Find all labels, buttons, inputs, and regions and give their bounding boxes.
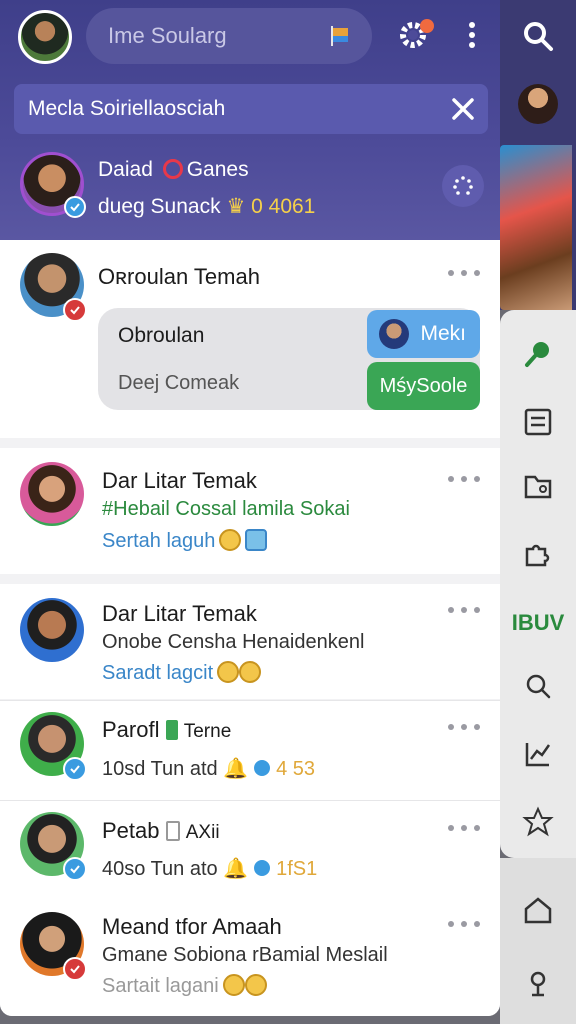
chat-title: Dar Litar Temak: [102, 468, 257, 493]
verified-icon: [63, 298, 87, 322]
search-icon[interactable]: [520, 668, 556, 704]
close-icon[interactable]: [448, 94, 478, 124]
chat-title: Dar Litar Temak: [102, 601, 257, 626]
emoji-icon: [244, 974, 267, 996]
star-icon[interactable]: [520, 804, 556, 840]
chat-count: 4 53: [276, 758, 316, 780]
bubble-name: Obroulan: [118, 324, 205, 347]
emoji-icon: [239, 661, 262, 683]
chip-label: MśySoole: [379, 374, 468, 397]
more-options-icon[interactable]: [448, 823, 480, 833]
chat-status-text: Saradt lagcit: [102, 662, 214, 684]
avatar: [379, 319, 409, 349]
flag-icon: [331, 26, 348, 46]
notification-dot: [420, 19, 434, 33]
chat-title: Oʀroulan Temah: [98, 264, 260, 289]
background-photo: [500, 145, 572, 310]
verified-icon: [252, 758, 273, 778]
chart-icon[interactable]: [520, 736, 556, 772]
avatar[interactable]: [20, 598, 84, 662]
chat-title: Meand tfor Amaah: [102, 914, 282, 939]
verified-icon: [63, 757, 87, 781]
pinned-amount: 0 4061: [251, 195, 316, 218]
sidebar-text-label: IBUV: [511, 610, 565, 635]
loading-icon[interactable]: [442, 165, 484, 207]
pinned-chat-subtitle: dueg Sunack ♛ 0 4061: [98, 194, 315, 219]
chat-status: Sertah laguh: [102, 529, 268, 553]
chat-title-part: AXii: [185, 822, 220, 843]
crown-icon: ♛: [226, 195, 246, 218]
notice-banner[interactable]: Mecla Soiriellaosciah: [14, 84, 488, 134]
verified-icon: [252, 858, 273, 878]
emoji-icon: [245, 529, 268, 551]
search-input[interactable]: Ime Soularg: [86, 8, 372, 64]
pin-icon[interactable]: [520, 336, 556, 372]
chat-title-part: Parofl: [102, 717, 160, 742]
chat-preview: 10sd Tun atd 🔔 4 53: [102, 756, 315, 781]
verified-icon: [63, 957, 87, 981]
pinned-sub-text: dueg Sunack: [98, 195, 221, 218]
more-options-icon[interactable]: [448, 722, 480, 732]
emoji-icon: [217, 661, 240, 683]
chat-preview-text: 40so Tun ato: [102, 858, 218, 880]
chat-preview: Onobe Censha Henaidenkenl: [102, 631, 365, 653]
action-chip[interactable]: MśySoole: [367, 362, 480, 410]
pinned-name-part: Ganes: [186, 158, 249, 181]
header: Ime Soularg Mecla Soiriellaosciah Daiad …: [0, 0, 500, 240]
list-icon[interactable]: [520, 404, 556, 440]
bell-icon: 🔔: [223, 858, 249, 880]
chat-status-text: Sartait lagani: [102, 975, 219, 997]
chat-preview: 40so Tun ato 🔔 1fS1: [102, 856, 317, 881]
chat-title-part: Terne: [183, 721, 232, 742]
chat-status-text: Sertah laguh: [102, 530, 216, 552]
pinned-chat-name[interactable]: Daiad Ganes: [98, 158, 249, 182]
search-placeholder: Ime Soularg: [108, 23, 227, 48]
profile-icon[interactable]: [520, 966, 556, 1002]
puzzle-icon[interactable]: [520, 536, 556, 572]
chat-preview: Gmane Sobiona rBamial Meslail: [102, 944, 388, 966]
chip-label: Mekı: [420, 322, 466, 345]
chat-preview-text: 10sd Tun atd: [102, 758, 218, 780]
more-options-icon[interactable]: [448, 474, 480, 484]
record-icon: [162, 159, 183, 179]
avatar[interactable]: [20, 462, 84, 526]
chat-status: Saradt lagcit: [102, 661, 262, 685]
chat-preview: #Hebail Cossal lamila Sokai: [102, 498, 350, 520]
pinned-name-part: Daiad: [98, 158, 153, 181]
chat-status: Sartait lagani: [102, 974, 267, 998]
emoji-icon: [219, 529, 242, 551]
bell-icon: 🔔: [223, 758, 249, 780]
side-toolbar: [500, 310, 576, 858]
verified-icon: [63, 857, 87, 881]
bubble-subtitle: Deej Comeak: [118, 372, 240, 394]
more-options-icon[interactable]: [448, 605, 480, 615]
chat-list-sheet: Ime Soularg Mecla Soiriellaosciah Daiad …: [0, 0, 500, 1016]
home-icon[interactable]: [520, 892, 556, 928]
folder-icon[interactable]: [520, 468, 556, 504]
avatar[interactable]: [18, 10, 72, 64]
verified-icon: [64, 196, 86, 218]
search-icon[interactable]: [520, 18, 556, 54]
more-options-icon[interactable]: [460, 18, 484, 52]
bookmark-icon: [165, 720, 178, 740]
more-options-icon[interactable]: [448, 268, 480, 278]
notice-text: Mecla Soiriellaosciah: [28, 97, 226, 120]
chat-title: Parofl Terne: [102, 717, 231, 743]
more-options-icon[interactable]: [448, 919, 480, 929]
reply-chip[interactable]: Mekı: [367, 310, 480, 358]
chat-count: 1fS1: [276, 858, 318, 880]
avatar[interactable]: [518, 84, 558, 124]
document-icon: [165, 821, 180, 841]
emoji-icon: [222, 974, 245, 996]
chat-title-part: Petab: [102, 818, 160, 843]
chat-title: Petab AXii: [102, 818, 220, 844]
